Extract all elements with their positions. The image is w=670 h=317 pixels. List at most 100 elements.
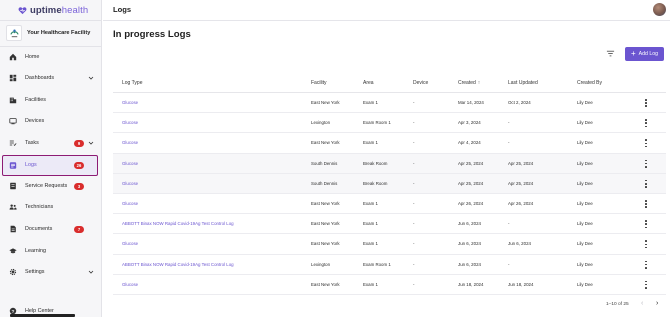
table-row[interactable]: Glucose East New York Exam 1 - Apr 26, 2024 A…	[113, 194, 666, 215]
cell-area: Break Room	[363, 180, 388, 186]
row-actions-icon[interactable]	[644, 199, 648, 209]
plus-icon: +	[631, 48, 636, 58]
sidebar-item-service-requests[interactable]: Service Requests 3	[0, 177, 102, 195]
tasks-count-badge: 9	[74, 139, 84, 147]
cell-device: -	[413, 241, 415, 247]
sidebar-item-label: Home	[25, 54, 40, 60]
sidebar-item-devices[interactable]: Devices	[0, 112, 102, 130]
column-header-device[interactable]: Device	[413, 80, 428, 86]
cell-created-by: Lily Dee	[577, 261, 593, 267]
cell-device: -	[413, 261, 415, 267]
cell-device: -	[413, 200, 415, 206]
cell-area: Exam 1	[363, 221, 378, 227]
cell-created-by: Lily Dee	[577, 120, 593, 126]
sidebar-item-facilities[interactable]: Facilities	[0, 91, 102, 109]
page-title: In progress Logs	[113, 29, 191, 40]
facility-name: Your Healthcare Facility	[27, 30, 91, 36]
cell-last-updated: Apr 26, 2024	[508, 200, 534, 206]
log-type-link[interactable]: ABBOTT Binax NOW Rapid Covid-19Ag Test C…	[122, 262, 234, 267]
sidebar-item-documents[interactable]: Documents 7	[0, 220, 102, 238]
table-row[interactable]: Glucose South Dennis Break Room - Apr 25, 20…	[113, 173, 666, 194]
log-type-link[interactable]: Glucose	[122, 161, 138, 166]
cell-last-updated: -	[508, 140, 510, 146]
avatar[interactable]	[653, 3, 666, 16]
table-row[interactable]: Glucose East New York Exam 1 - Jun 18, 2024 J…	[113, 275, 666, 295]
chevron-down-icon[interactable]	[88, 140, 94, 146]
cell-facility: East New York	[311, 281, 340, 287]
sort-ascending-icon: ↑	[477, 80, 481, 86]
tasks-icon	[9, 139, 17, 147]
sidebar-item-technicians[interactable]: Technicians	[0, 198, 102, 216]
graduation-icon	[9, 247, 17, 255]
sidebar-item-logs[interactable]: Logs 26	[0, 156, 102, 174]
previous-page-icon[interactable]: ‹	[641, 300, 643, 307]
pagination-range: 1–10 of 25	[606, 302, 629, 307]
column-header-area[interactable]: Area	[363, 80, 374, 86]
cell-last-updated: Jun 18, 2024	[508, 281, 534, 287]
log-type-link[interactable]: Glucose	[122, 140, 138, 145]
log-type-link[interactable]: Glucose	[122, 201, 138, 206]
add-log-label: Add Log	[638, 51, 658, 57]
log-type-link[interactable]: Glucose	[122, 120, 138, 125]
cell-created-by: Lily Dee	[577, 100, 593, 105]
cell-facility: East New York	[311, 100, 340, 105]
sidebar-item-label: Service Requests	[25, 183, 68, 189]
next-page-icon[interactable]: ›	[656, 300, 658, 307]
row-actions-icon[interactable]	[644, 260, 648, 270]
sidebar-item-home[interactable]: Home	[0, 48, 102, 66]
sidebar-item-tasks[interactable]: Tasks 9	[0, 134, 102, 152]
sidebar-item-settings[interactable]: Settings	[0, 263, 102, 281]
cell-created-by: Lily Dee	[577, 221, 593, 227]
row-actions-icon[interactable]	[644, 179, 648, 189]
documents-icon	[9, 225, 17, 233]
cell-created-by: Lily Dee	[577, 200, 593, 206]
sidebar-item-label: Documents	[25, 226, 53, 232]
documents-count-badge: 7	[74, 225, 84, 233]
log-type-link[interactable]: Glucose	[122, 100, 138, 105]
table-row[interactable]: Glucose East New York Exam 1 - Apr 4, 2024 - L…	[113, 133, 666, 154]
divider	[0, 46, 102, 47]
column-header-log-type[interactable]: Log Type	[122, 80, 142, 86]
column-header-facility[interactable]: Facility	[311, 80, 327, 86]
row-actions-icon[interactable]	[644, 159, 648, 169]
log-type-link[interactable]: Glucose	[122, 282, 138, 287]
table-row[interactable]: Glucose East New York Exam 1 - Mar 14, 2024 O…	[113, 93, 666, 114]
table-row[interactable]: Glucose Lexington Exam Room 1 - Apr 3, 2024 -…	[113, 113, 666, 134]
table-row[interactable]: Glucose East New York Exam 1 - Jun 6, 2024 Ju…	[113, 234, 666, 255]
table-row[interactable]: ABBOTT Binax NOW Rapid Covid-19Ag Test C…	[113, 255, 666, 275]
cell-created: Apr 4, 2024	[458, 140, 481, 146]
sidebar-item-dashboards[interactable]: Dashboards	[0, 69, 102, 87]
dashboard-icon	[9, 74, 17, 82]
facility-switcher[interactable]: Your Healthcare Facility	[6, 25, 90, 41]
sidebar-item-label: Learning	[25, 248, 46, 254]
column-header-created[interactable]: Created ↑	[458, 80, 480, 86]
column-header-last-updated[interactable]: Last Updated	[508, 80, 538, 86]
row-actions-icon[interactable]	[644, 239, 648, 249]
cell-created: Apr 3, 2024	[458, 120, 481, 126]
chevron-down-icon[interactable]	[88, 75, 94, 81]
sidebar-item-learning[interactable]: Learning	[0, 242, 102, 260]
gear-icon	[9, 268, 17, 276]
log-type-link[interactable]: Glucose	[122, 181, 138, 186]
cell-area: Break Room	[363, 160, 388, 166]
row-actions-icon[interactable]	[644, 138, 648, 148]
service-requests-count-badge: 3	[74, 182, 84, 190]
log-type-link[interactable]: Glucose	[122, 241, 138, 246]
filter-icon[interactable]	[606, 49, 615, 58]
log-type-link[interactable]: ABBOTT Binax NOW Rapid Covid-19Ag Test C…	[122, 221, 234, 226]
cell-area: Exam 1	[363, 281, 378, 287]
row-actions-icon[interactable]	[644, 219, 648, 229]
cell-device: -	[413, 281, 415, 287]
divider	[0, 20, 102, 21]
table-row[interactable]: Glucose South Dennis Break Room - Apr 25, 20…	[113, 153, 666, 174]
column-header-created-by[interactable]: Created By	[577, 80, 602, 86]
row-actions-icon[interactable]	[644, 118, 648, 128]
cell-area: Exam 1	[363, 200, 378, 206]
row-actions-icon[interactable]	[644, 98, 648, 108]
chevron-down-icon[interactable]	[88, 269, 94, 275]
row-actions-icon[interactable]	[644, 280, 648, 290]
heart-logo-icon	[18, 6, 27, 14]
add-log-button[interactable]: + Add Log	[625, 47, 664, 61]
brand-logo[interactable]: uptimehealth	[18, 4, 88, 16]
table-row[interactable]: ABBOTT Binax NOW Rapid Covid-19Ag Test C…	[113, 214, 666, 235]
